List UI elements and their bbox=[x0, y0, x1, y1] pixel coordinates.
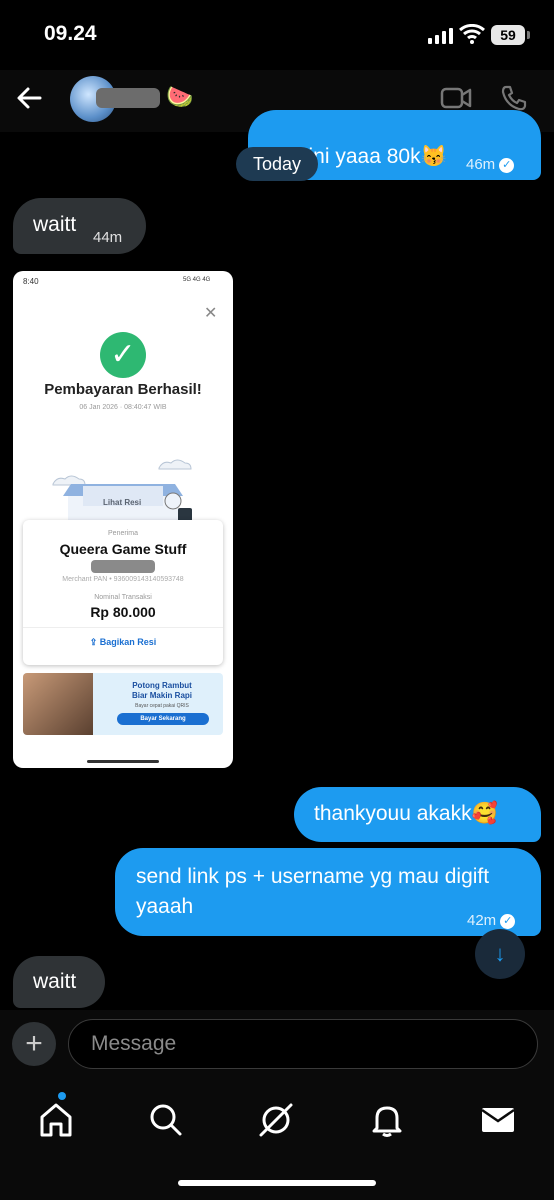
notification-dot bbox=[58, 1092, 66, 1100]
contact-name-redacted[interactable] bbox=[96, 88, 160, 108]
message-text: thankyouu akakk🥰 bbox=[314, 802, 498, 825]
add-attachment-button[interactable]: + bbox=[12, 1022, 56, 1066]
contact-emoji: 🍉 bbox=[166, 84, 194, 109]
message-composer: + Message bbox=[0, 1010, 554, 1080]
payment-receipt-image[interactable]: 8:40 5G 4G 4G ✕ ✓ Pembayaran Berhasil! 0… bbox=[13, 271, 233, 768]
message-time: 46m ✓ bbox=[466, 150, 515, 180]
message-text: waitt bbox=[33, 970, 77, 993]
read-check-icon: ✓ bbox=[500, 913, 516, 929]
message-input[interactable]: Message bbox=[68, 1019, 538, 1069]
plus-icon: + bbox=[25, 1027, 43, 1060]
home-icon[interactable] bbox=[36, 1100, 76, 1140]
notifications-bell-icon[interactable] bbox=[367, 1100, 407, 1140]
amount-label: Nominal Transaksi bbox=[94, 594, 152, 601]
video-call-icon[interactable] bbox=[440, 84, 472, 112]
share-icon: ⇪ bbox=[89, 637, 100, 647]
divider bbox=[23, 627, 223, 628]
share-receipt-button: ⇪ Bagikan Resi bbox=[89, 637, 157, 647]
scroll-to-bottom-button[interactable]: ↓ bbox=[475, 929, 525, 979]
banner-subtitle: Bayar cepat pakai QRIS bbox=[135, 703, 189, 709]
status-time: 09.24 bbox=[44, 22, 97, 45]
battery-indicator: 59 bbox=[491, 25, 525, 45]
message-text: waitt bbox=[33, 213, 77, 236]
search-icon[interactable] bbox=[146, 1100, 186, 1140]
signal-icon bbox=[428, 28, 453, 44]
banner-pay-button: Bayar Sekarang bbox=[117, 713, 209, 725]
battery-tip bbox=[527, 31, 530, 39]
promo-banner: Potong Rambut Biar Makin Rapi Bayar cepa… bbox=[23, 673, 223, 735]
read-check-icon: ✓ bbox=[499, 157, 515, 173]
wifi-icon bbox=[459, 24, 485, 44]
home-indicator bbox=[178, 1180, 376, 1186]
message-bubble-outgoing[interactable]: thankyouu akakk🥰 bbox=[294, 787, 541, 842]
recipient-label: Penerima bbox=[108, 530, 138, 537]
message-bubble-outgoing[interactable]: send link ps + username yg mau digift ya… bbox=[115, 848, 541, 936]
back-arrow-icon[interactable] bbox=[14, 82, 46, 114]
barber-photo bbox=[23, 673, 93, 735]
receipt-title: Pembayaran Berhasil! bbox=[44, 381, 202, 398]
receipt-illustration-label: Lihat Resi bbox=[103, 498, 142, 507]
close-icon: ✕ bbox=[204, 305, 218, 322]
date-divider: Today bbox=[236, 147, 318, 181]
merchant-subtitle-redacted bbox=[91, 560, 155, 573]
status-bar: 09.24 59 bbox=[0, 0, 554, 70]
receipt-status-icons: 5G 4G 4G bbox=[183, 277, 211, 283]
amount-value: Rp 80.000 bbox=[90, 604, 156, 620]
merchant-name: Queera Game Stuff bbox=[59, 541, 187, 557]
receipt-card: Penerima Queera Game Stuff Merchant PAN … bbox=[23, 520, 223, 665]
banner-title: Potong Rambut Biar Makin Rapi bbox=[131, 681, 192, 700]
receipt-status-time: 8:40 bbox=[23, 277, 39, 286]
merchant-pan: Merchant PAN • 936009143140593748 bbox=[62, 576, 184, 583]
receipt-date: 06 Jan 2026 · 08:40:47 WIB bbox=[79, 404, 167, 411]
message-time: 44m bbox=[93, 229, 123, 246]
success-check-icon: ✓ bbox=[100, 332, 146, 378]
receipt-home-indicator bbox=[87, 760, 159, 763]
message-bubble-incoming[interactable]: waitt bbox=[13, 956, 105, 1008]
grok-icon[interactable] bbox=[256, 1100, 296, 1140]
message-bubble-incoming[interactable]: waitt 44m bbox=[13, 198, 146, 254]
messages-envelope-icon[interactable] bbox=[478, 1100, 518, 1140]
arrow-down-icon: ↓ bbox=[494, 941, 506, 966]
phone-call-icon[interactable] bbox=[500, 84, 528, 112]
